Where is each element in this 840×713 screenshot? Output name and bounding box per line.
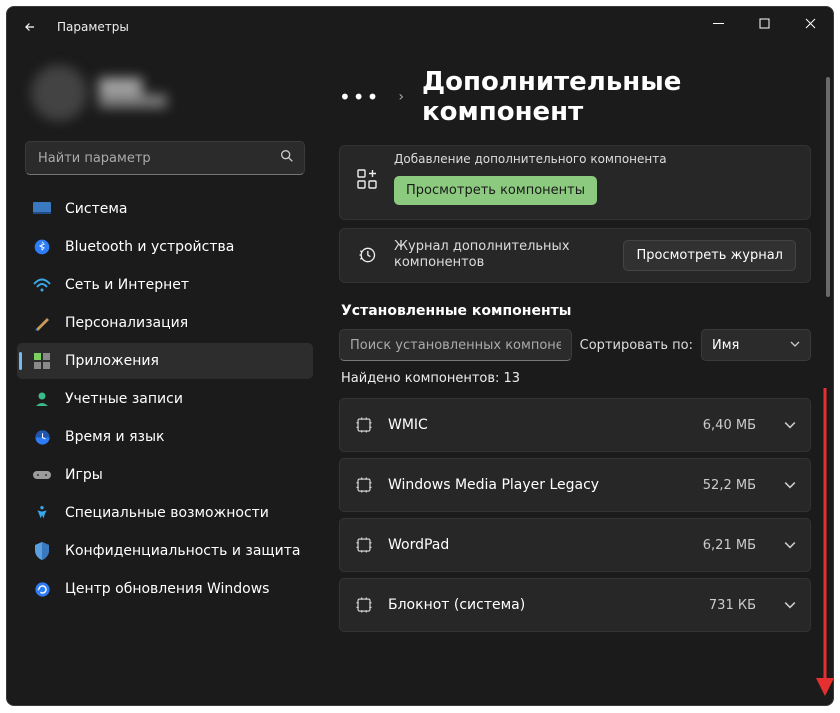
component-list: WMIC 6,40 МБ Windows Media Player Legacy… <box>339 398 811 632</box>
breadcrumb-overflow[interactable]: ••• <box>339 85 380 109</box>
component-item[interactable]: WordPad 6,21 МБ <box>339 518 811 572</box>
system-icon <box>33 200 51 218</box>
sidebar: ████ ████████ Система Bluetooth и устрой… <box>7 47 317 705</box>
nav-bluetooth[interactable]: Bluetooth и устройства <box>17 229 313 265</box>
view-features-button[interactable]: Просмотреть компоненты <box>394 176 597 205</box>
close-button[interactable] <box>787 7 833 39</box>
search-input[interactable] <box>25 141 305 175</box>
view-history-button[interactable]: Просмотреть журнал <box>623 240 796 271</box>
window-title: Параметры <box>57 20 129 34</box>
add-feature-card: Добавление дополнительного компонента Пр… <box>339 145 811 220</box>
component-item[interactable]: Блокнот (система) 731 КБ <box>339 578 811 632</box>
nav-privacy[interactable]: Конфиденциальность и защита <box>17 533 313 569</box>
component-icon <box>354 415 374 435</box>
found-count: Найдено компонентов: 13 <box>341 371 811 386</box>
component-size: 6,21 МБ <box>703 538 756 553</box>
apps-icon <box>33 352 51 370</box>
accounts-icon <box>33 390 51 408</box>
nav-label: Центр обновления Windows <box>65 581 269 597</box>
add-feature-icon <box>354 166 380 192</box>
sort-label: Сортировать по: <box>580 338 693 353</box>
component-size: 52,2 МБ <box>703 478 756 493</box>
chevron-down-icon <box>790 338 800 353</box>
nav-time[interactable]: Время и язык <box>17 419 313 455</box>
nav-label: Учетные записи <box>65 391 183 407</box>
nav-system[interactable]: Система <box>17 191 313 227</box>
sort-select[interactable]: Имя <box>701 329 811 361</box>
chevron-down-icon <box>784 536 796 555</box>
update-icon <box>33 580 51 598</box>
nav-gaming[interactable]: Игры <box>17 457 313 493</box>
nav-accounts[interactable]: Учетные записи <box>17 381 313 417</box>
scrollbar-thumb[interactable] <box>826 77 830 297</box>
nav-label: Специальные возможности <box>65 505 269 521</box>
component-name: Windows Media Player Legacy <box>388 477 689 493</box>
bluetooth-icon <box>33 238 51 256</box>
title-bar: Параметры <box>7 7 833 47</box>
chevron-right-icon: › <box>398 89 404 105</box>
filter-input[interactable] <box>339 329 572 361</box>
component-size: 731 КБ <box>709 598 756 613</box>
installed-section-title: Установленные компоненты <box>341 303 811 319</box>
privacy-icon <box>33 542 51 560</box>
history-card: Журнал дополнительных компонентов Просмо… <box>339 228 811 284</box>
accessibility-icon <box>33 504 51 522</box>
nav-update[interactable]: Центр обновления Windows <box>17 571 313 607</box>
chevron-down-icon <box>784 596 796 615</box>
nav-apps[interactable]: Приложения <box>17 343 313 379</box>
component-name: WordPad <box>388 537 689 553</box>
search-icon <box>279 148 295 168</box>
component-item[interactable]: WMIC 6,40 МБ <box>339 398 811 452</box>
nav-label: Игры <box>65 467 103 483</box>
back-button[interactable] <box>17 14 43 40</box>
nav-label: Сеть и Интернет <box>65 277 189 293</box>
chevron-down-icon <box>784 416 796 435</box>
component-size: 6,40 МБ <box>703 418 756 433</box>
network-icon <box>33 276 51 294</box>
user-profile[interactable]: ████ ████████ <box>17 57 313 139</box>
component-name: WMIC <box>388 417 689 433</box>
nav-personalization[interactable]: Персонализация <box>17 305 313 341</box>
component-item[interactable]: Windows Media Player Legacy 52,2 МБ <box>339 458 811 512</box>
gaming-icon <box>33 466 51 484</box>
page-title: Дополнительные компонент <box>422 67 811 127</box>
add-feature-title: Добавление дополнительного компонента <box>394 152 796 168</box>
nav-label: Конфиденциальность и защита <box>65 543 300 559</box>
history-icon <box>354 242 380 268</box>
nav-label: Персонализация <box>65 315 188 331</box>
maximize-button[interactable] <box>741 7 787 39</box>
avatar <box>31 65 87 121</box>
component-name: Блокнот (система) <box>388 597 695 613</box>
sort-value: Имя <box>712 338 739 353</box>
nav-label: Система <box>65 201 127 217</box>
component-icon <box>354 595 374 615</box>
breadcrumb: ••• › Дополнительные компонент <box>339 67 811 127</box>
time-icon <box>33 428 51 446</box>
minimize-button[interactable] <box>695 7 741 39</box>
component-icon <box>354 535 374 555</box>
search-box[interactable] <box>25 141 305 175</box>
scrollbar[interactable] <box>826 77 830 697</box>
personalize-icon <box>33 314 51 332</box>
main-content: ••• › Дополнительные компонент Добавлени… <box>317 47 833 705</box>
nav-label: Bluetooth и устройства <box>65 239 234 255</box>
component-icon <box>354 475 374 495</box>
nav-label: Приложения <box>65 353 159 369</box>
chevron-down-icon <box>784 476 796 495</box>
nav-accessibility[interactable]: Специальные возможности <box>17 495 313 531</box>
nav-network[interactable]: Сеть и Интернет <box>17 267 313 303</box>
history-title: Журнал дополнительных компонентов <box>394 239 609 273</box>
nav-label: Время и язык <box>65 429 164 445</box>
nav: Система Bluetooth и устройства Сеть и Ин… <box>17 191 313 607</box>
